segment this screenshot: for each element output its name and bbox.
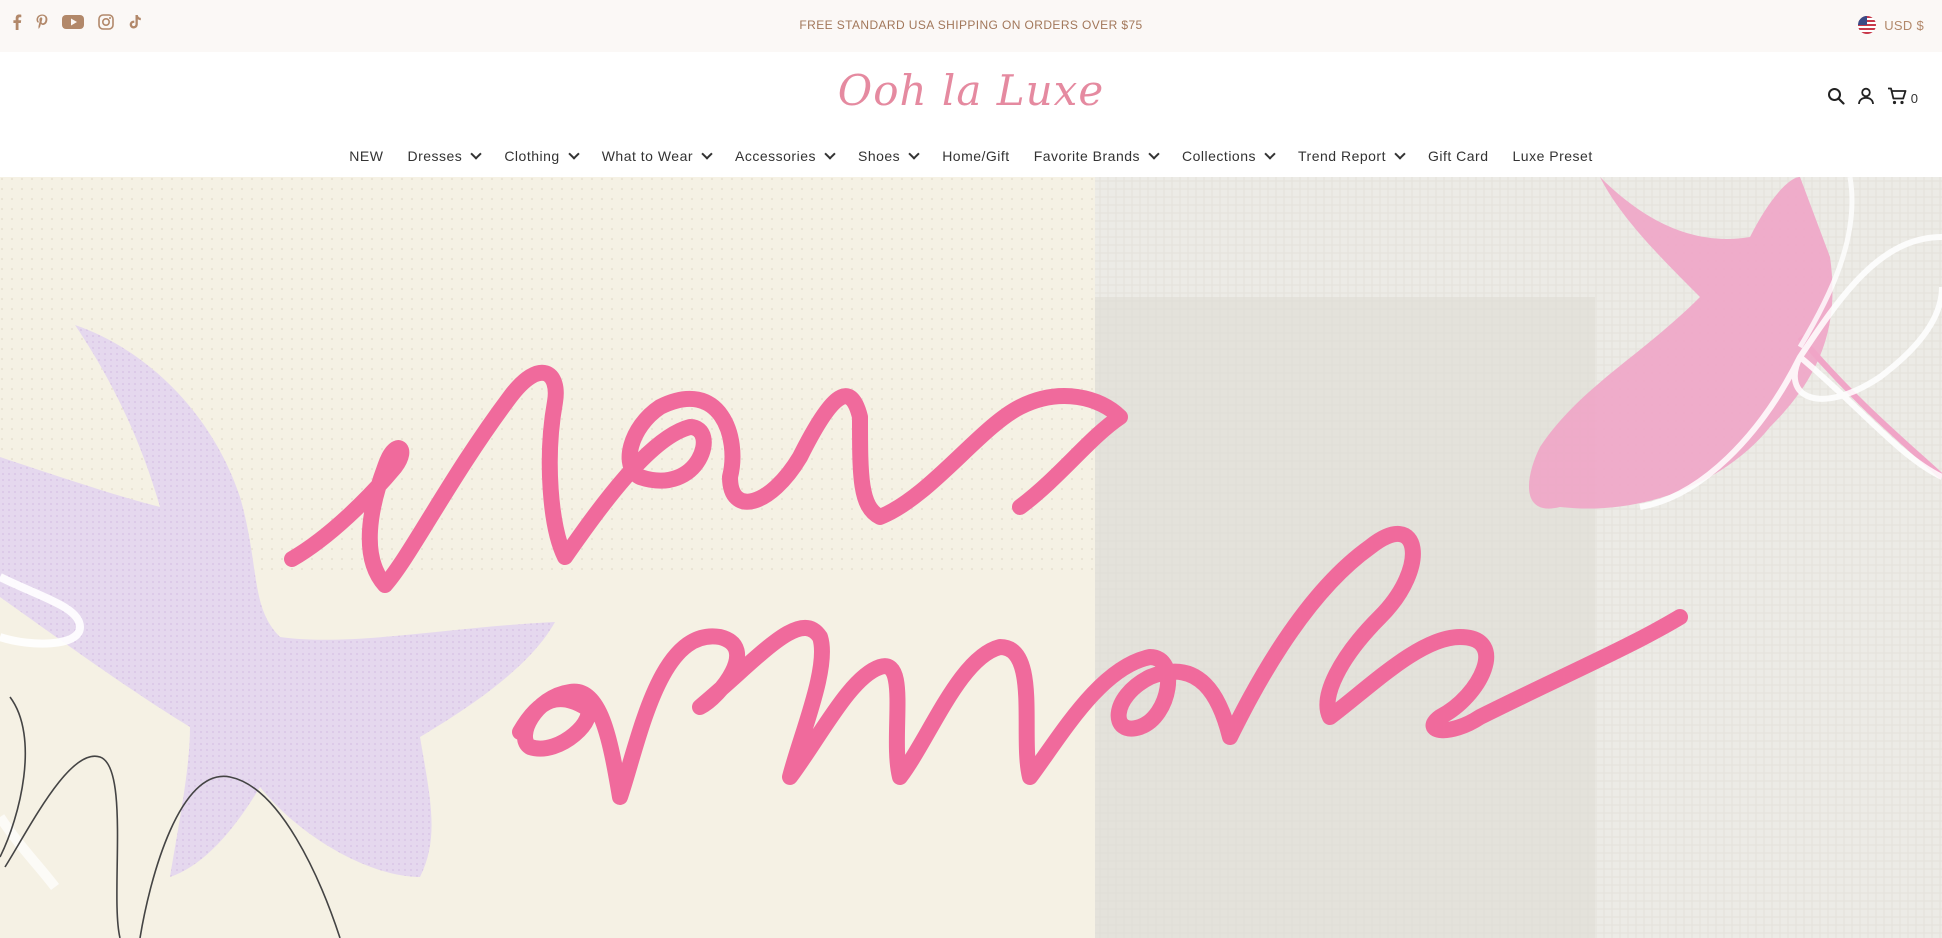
header-icons: 0 (1827, 87, 1918, 110)
nav-label: Luxe Preset (1512, 148, 1593, 164)
announcement-text: FREE STANDARD USA SHIPPING ON ORDERS OVE… (799, 18, 1143, 32)
nav-label: Home/Gift (942, 148, 1010, 164)
chevron-down-icon (568, 148, 580, 160)
cart-count: 0 (1910, 91, 1918, 106)
hero-artwork (0, 177, 1942, 938)
chevron-down-icon (701, 148, 713, 160)
nav-item-shoes[interactable]: Shoes (846, 148, 930, 164)
nav-item-favorite-brands[interactable]: Favorite Brands (1022, 148, 1170, 164)
nav-item-clothing[interactable]: Clothing (492, 148, 589, 164)
nav-item-what-to-wear[interactable]: What to Wear (590, 148, 723, 164)
nav-label: Collections (1182, 148, 1257, 164)
nav-label: Accessories (735, 148, 816, 164)
nav-item-accessories[interactable]: Accessories (723, 148, 846, 164)
nav-item-luxe-preset[interactable]: Luxe Preset (1501, 148, 1605, 164)
account-icon[interactable] (1857, 87, 1875, 110)
nav-item-new[interactable]: NEW (337, 148, 395, 164)
search-icon[interactable] (1827, 87, 1845, 110)
nav-label: Clothing (504, 148, 560, 164)
nav-item-trend-report[interactable]: Trend Report (1286, 148, 1416, 164)
nav-label: NEW (349, 148, 384, 164)
chevron-down-icon (908, 148, 920, 160)
chevron-down-icon (824, 148, 836, 160)
logo[interactable]: Ooh la Luxe (0, 66, 1942, 115)
nav-label: Shoes (857, 148, 901, 164)
currency-label: USD $ (1884, 17, 1924, 33)
chevron-down-icon (470, 148, 482, 160)
main-nav: NEW Dresses Clothing What to Wear Access… (0, 148, 1942, 164)
nav-label: Dresses (407, 148, 463, 164)
nav-label: Trend Report (1298, 148, 1386, 164)
nav-label: Gift Card (1427, 148, 1489, 164)
cart-icon[interactable] (1887, 87, 1907, 110)
chevron-down-icon (1148, 148, 1160, 160)
chevron-down-icon (1394, 148, 1406, 160)
site-header: Ooh la Luxe 0 NEW Dresses Clothing What … (0, 52, 1942, 177)
announcement-bar: FREE STANDARD USA SHIPPING ON ORDERS OVE… (0, 0, 1942, 52)
nav-item-dresses[interactable]: Dresses (395, 148, 492, 164)
nav-item-gift-card[interactable]: Gift Card (1416, 148, 1501, 164)
hero-banner[interactable] (0, 177, 1942, 938)
nav-item-collections[interactable]: Collections (1170, 148, 1286, 164)
us-flag-icon (1858, 16, 1877, 34)
nav-item-home-gift[interactable]: Home/Gift (930, 148, 1022, 164)
chevron-down-icon (1264, 148, 1276, 160)
currency-selector[interactable]: USD $ (1858, 16, 1924, 34)
nav-label: Favorite Brands (1033, 148, 1141, 164)
nav-label: What to Wear (601, 148, 694, 164)
logo-text: Ooh la Luxe (837, 66, 1105, 115)
